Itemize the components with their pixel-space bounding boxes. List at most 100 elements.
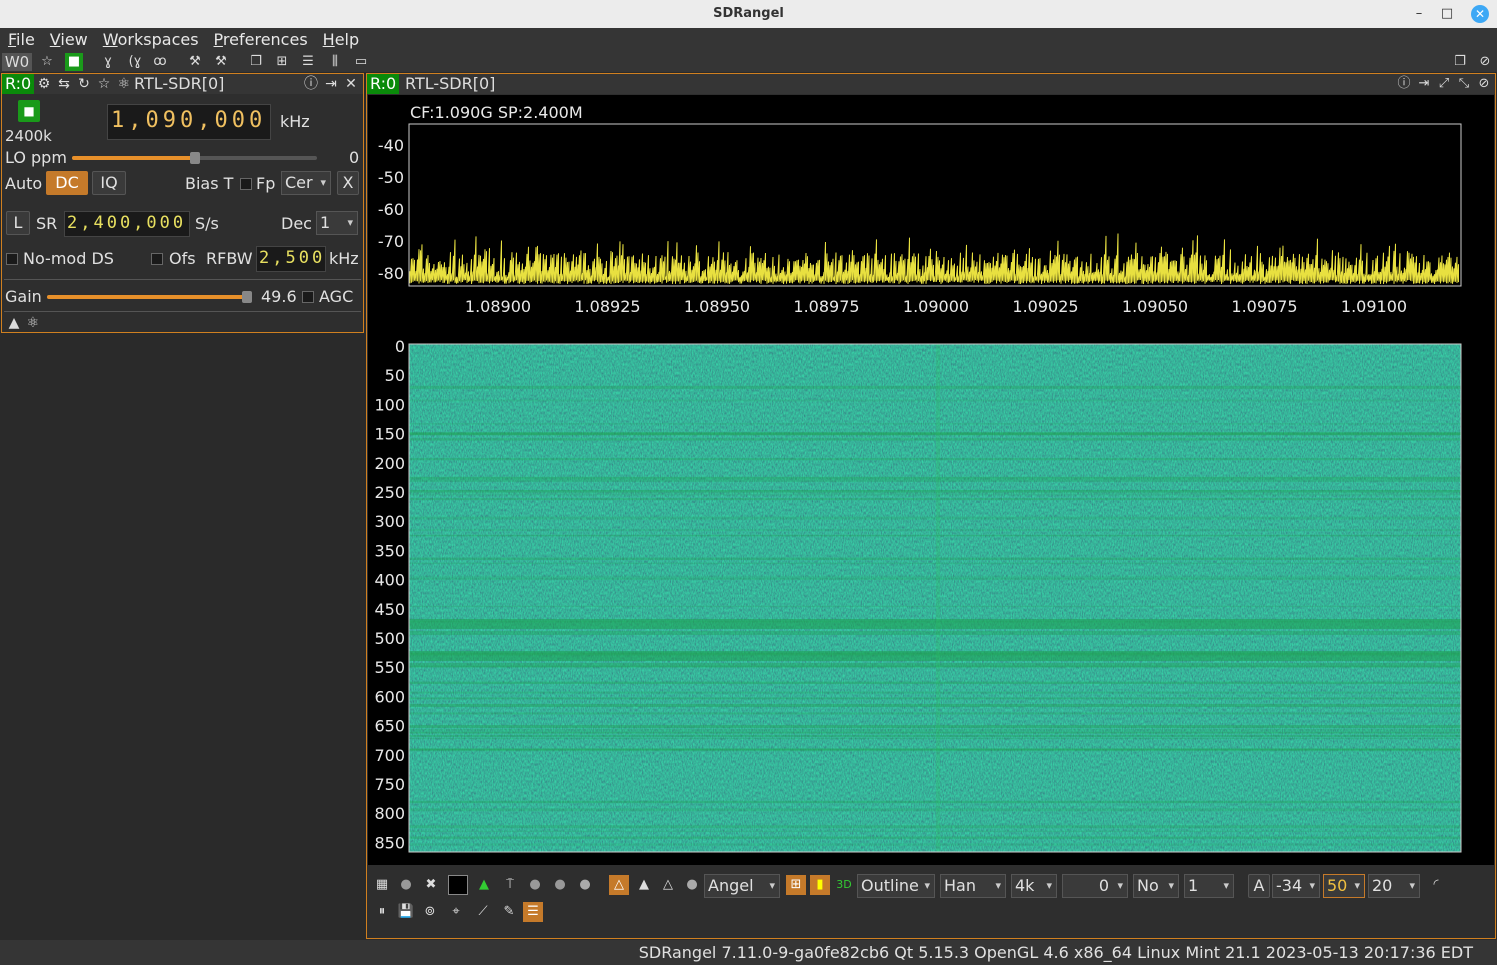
columns-icon[interactable]: ⫼ [326,53,344,71]
pin-icon[interactable]: ✎ [499,902,519,922]
fft-size-select[interactable]: 4k [1011,874,1057,898]
gradient-icon[interactable]: △ [658,875,678,895]
feature-icon[interactable]: ⚒ [186,53,204,71]
waterfall-icon[interactable]: ▮ [810,875,830,895]
clear-icon[interactable]: ✖ [421,875,441,895]
cascade-icon[interactable]: ❐ [247,53,265,71]
waterfall-band [409,681,1461,684]
averaging-select[interactable]: No [1133,874,1179,898]
gear-icon[interactable]: ⚙ [35,75,53,93]
fp-select[interactable]: Cer [281,171,331,195]
restore-icon[interactable]: ❐ [1451,53,1469,71]
dec-select[interactable]: 1 [316,211,358,235]
agc-checkbox[interactable] [302,291,314,303]
rfbw-display[interactable]: 2,500 [256,246,326,272]
gain-knob[interactable] [242,291,252,303]
feature-remove-icon[interactable]: ⚒ [212,53,230,71]
star-icon[interactable]: ☆ [95,75,113,93]
move-icon[interactable]: ⇥ [322,75,340,93]
decay-icon[interactable]: ● [525,875,545,895]
hide-icon[interactable]: ⊘ [1476,53,1494,71]
hide-icon[interactable]: ⊘ [1474,74,1494,94]
avg-count-select[interactable]: 1 [1184,874,1234,898]
fp-checkbox[interactable] [240,178,252,190]
calibration-icon[interactable]: ◜ [1426,875,1446,895]
help-icon[interactable]: ⓘ [302,75,320,93]
close-icon[interactable]: ✕ [342,75,360,93]
fill-icon[interactable]: ▲ [634,875,654,895]
trace-intensity-icon[interactable]: ● [682,875,702,895]
menu-help[interactable]: Help [315,28,366,52]
swap-icon[interactable]: ⇆ [55,75,73,93]
reload-icon[interactable]: ↻ [75,75,93,93]
dc-button[interactable]: DC [46,171,88,195]
minimize-icon[interactable]: – [1405,0,1433,28]
shrink-icon[interactable]: ⤡ [1454,74,1474,94]
spectrogram-icon[interactable]: ⊞ [786,875,806,895]
add-rx-icon[interactable]: ɣ [99,53,117,71]
tile-icon[interactable]: ⊞ [273,53,291,71]
add-tx-icon[interactable]: (ɣ [126,53,144,71]
move-icon[interactable]: ⇥ [1414,74,1434,94]
sample-rate-display[interactable]: 2,400,000 [64,211,190,237]
add-mimo-icon[interactable]: ꝏ [151,53,169,71]
stack-icon[interactable]: ☰ [299,53,317,71]
spectrum-info: CF:1.090G SP:2.400M [410,103,583,122]
ofs-checkbox[interactable] [151,253,163,265]
overlap-spinbox[interactable]: 0 [1062,874,1128,898]
measure-icon[interactable]: ⟋ [473,902,493,922]
menu-view[interactable]: View [42,28,95,52]
annotations-icon[interactable]: ☰ [523,902,543,922]
mimo-icon[interactable]: ⚛ [115,75,133,93]
lo-ppm-slider[interactable] [72,152,317,164]
menu-workspaces[interactable]: Workspaces [95,28,206,52]
mimo-icon[interactable]: ⚛ [24,314,42,332]
menu-preferences[interactable]: Preferences [206,28,315,52]
colormap-select[interactable]: Angel [704,874,780,898]
iq-button[interactable]: IQ [92,171,126,195]
trace-mode-select[interactable]: Outline [857,874,935,898]
star-icon[interactable]: ☆ [38,53,56,71]
frequency-display[interactable]: 1,090,000 [107,104,271,140]
help-icon[interactable]: ⓘ [1394,74,1414,94]
rfbw-label: RFBW [206,249,253,268]
l-button[interactable]: L [6,211,30,235]
grid-icon[interactable]: ▦ [372,875,392,895]
freeze-icon[interactable]: ⏸ [372,902,392,922]
fullscreen-icon[interactable]: ⤢ [1434,74,1454,94]
workspace-label[interactable]: W0 [2,53,32,71]
waterfall-band [409,534,1461,537]
stroke-icon[interactable]: ● [575,875,595,895]
decay-divisor-icon[interactable]: ● [550,875,570,895]
ref-level-spinbox[interactable]: -34 [1272,874,1320,898]
range-spinbox[interactable]: 50 [1323,874,1365,898]
markers-icon[interactable]: ⌖ [446,902,466,922]
auto-scale-button[interactable]: A [1248,874,1270,898]
grid-intensity-icon[interactable]: ● [396,875,416,895]
rate-select[interactable]: 20 [1368,874,1420,898]
start-icon[interactable]: ■ [65,53,83,71]
spectrum-svg[interactable]: CF:1.090G SP:2.400M -40 -50 -60 -70 -80 1.08… [368,95,1494,865]
window-select[interactable]: Han [940,874,1006,898]
websocket-icon[interactable]: ⊚ [420,902,440,922]
spectrum-controls: ▦ ● ✖ ▲ ⍑ ● ● ● △ ▲ △ ● Angel ⊞ ▮ 3D Out… [368,873,1494,935]
maximize-icon[interactable]: □ [1433,0,1461,28]
3d-icon[interactable]: 3D [834,875,854,895]
lo-ppm-knob[interactable] [190,152,200,164]
triangle-icon[interactable]: ▲ [5,314,23,332]
max-hold-icon[interactable]: ⍑ [500,875,520,895]
x-button[interactable]: X [337,171,359,195]
waterfall-band [409,562,1461,565]
no-mod-ds-checkbox[interactable] [6,253,18,265]
spectrum-plot-area[interactable]: CF:1.090G SP:2.400M -40 -50 -60 -70 -80 1.08… [368,95,1494,865]
histogram-icon[interactable]: ▲ [474,875,494,895]
current-icon[interactable]: △ [609,875,629,895]
waterfall-band [409,498,1461,501]
menu-file[interactable]: File [0,28,42,52]
gain-slider[interactable] [47,291,252,303]
background-icon[interactable] [448,875,468,895]
window-icon[interactable]: ▭ [352,53,370,71]
device-start-button[interactable]: ■ [18,100,40,122]
save-icon[interactable]: 💾 [396,902,416,922]
close-icon[interactable]: ✕ [1471,5,1489,23]
